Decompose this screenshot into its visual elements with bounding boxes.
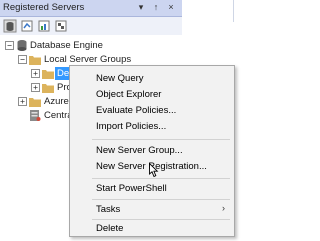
reporting-services-icon[interactable] xyxy=(37,19,51,33)
menu-separator xyxy=(92,199,230,200)
menu-separator xyxy=(92,139,230,140)
tree-label: Database Engine xyxy=(30,40,103,51)
server-icon xyxy=(29,110,41,125)
menu-item-import-policies[interactable]: Import Policies... xyxy=(96,121,166,132)
tree-node-database-engine[interactable]: − Database Engine xyxy=(0,39,182,52)
menu-item-new-query[interactable]: New Query xyxy=(96,73,144,84)
expand-icon[interactable]: + xyxy=(18,97,27,106)
tree-node-azure[interactable]: + Azure D xyxy=(0,95,78,108)
divider xyxy=(233,0,234,22)
panel-title: Registered Servers xyxy=(3,2,85,13)
menu-item-delete[interactable]: Delete xyxy=(96,223,123,234)
menu-item-new-server-group[interactable]: New Server Group... xyxy=(96,145,183,156)
menu-separator xyxy=(92,219,230,220)
menu-item-object-explorer[interactable]: Object Explorer xyxy=(96,89,161,100)
panel-titlebar: Registered Servers ▾ ↑ × xyxy=(0,0,182,17)
dropdown-icon[interactable]: ▾ xyxy=(135,1,147,14)
collapse-icon[interactable]: − xyxy=(18,55,27,64)
pin-icon[interactable]: ↑ xyxy=(150,1,162,14)
menu-item-evaluate-policies[interactable]: Evaluate Policies... xyxy=(96,105,176,116)
menu-separator xyxy=(92,178,230,179)
menu-item-start-powershell[interactable]: Start PowerShell xyxy=(96,183,167,194)
analysis-services-icon[interactable] xyxy=(20,19,34,33)
expand-icon[interactable]: + xyxy=(31,83,40,92)
integration-services-icon[interactable] xyxy=(54,19,68,33)
collapse-icon[interactable]: − xyxy=(5,41,14,50)
tree-node-central[interactable]: Central xyxy=(0,109,75,125)
close-icon[interactable]: × xyxy=(165,1,177,14)
panel-toolbar xyxy=(0,17,182,35)
database-engine-icon[interactable] xyxy=(3,19,17,33)
expand-icon[interactable]: + xyxy=(31,69,40,78)
menu-item-tasks[interactable]: Tasks xyxy=(96,204,120,215)
mouse-pointer-icon xyxy=(149,162,159,180)
context-menu: New Query Object Explorer Evaluate Polic… xyxy=(69,65,235,237)
submenu-arrow-icon: › xyxy=(222,203,225,213)
tree-node-pro[interactable]: + Pro xyxy=(0,81,72,94)
